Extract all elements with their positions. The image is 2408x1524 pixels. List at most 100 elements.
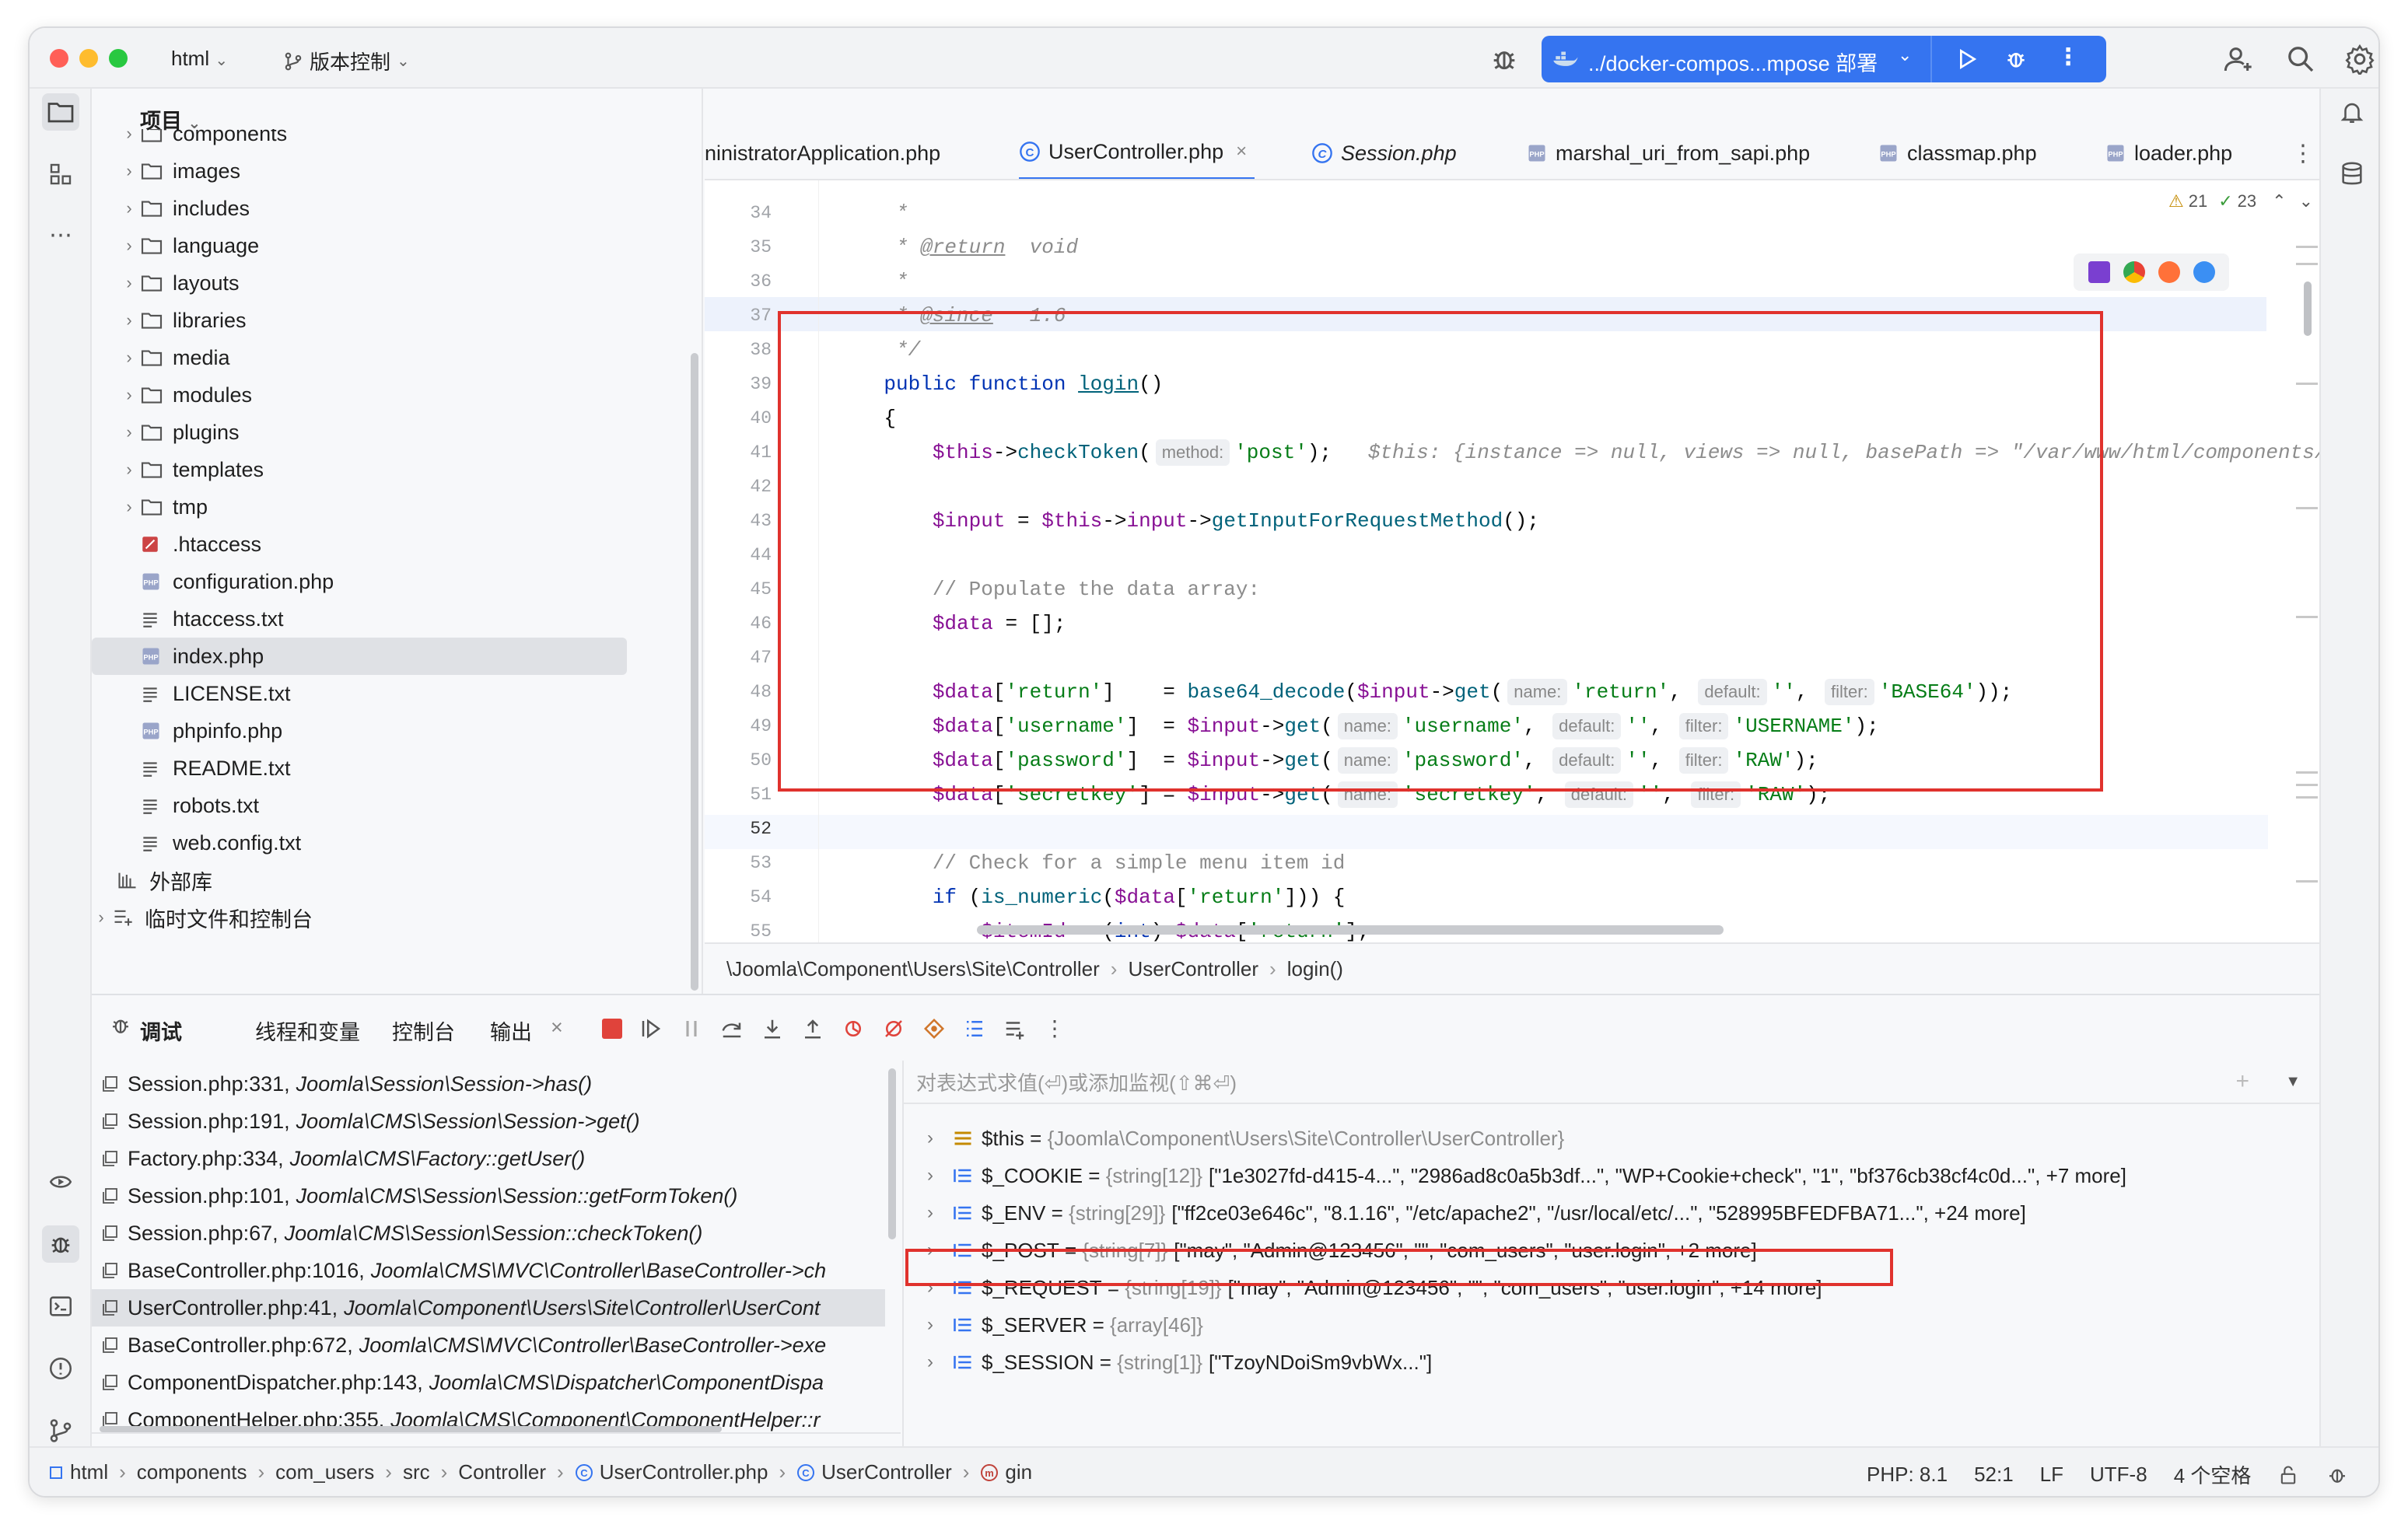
tree-item[interactable]: › components	[118, 129, 287, 152]
frames-scrollbar[interactable]	[888, 1068, 896, 1239]
tree-item[interactable]: LICENSE.txt	[118, 675, 291, 712]
tree-item[interactable]: › layouts	[118, 264, 239, 302]
chevron-right-icon[interactable]: ›	[927, 1314, 952, 1336]
debug-icon[interactable]	[2004, 47, 2028, 72]
caret-position[interactable]: 52:1	[1974, 1463, 2014, 1487]
services-icon[interactable]	[42, 1163, 79, 1201]
stack-frame[interactable]: Factory.php:334, Joomla\CMS\Factory::getU…	[101, 1140, 887, 1177]
stack-frame[interactable]: BaseController.php:672, Joomla\CMS\MVC\Co…	[101, 1327, 887, 1364]
tree-item[interactable]: › tmp	[118, 488, 208, 526]
breadcrumb-class[interactable]: UserController	[1128, 957, 1258, 981]
chevron-right-icon[interactable]: ›	[927, 1127, 952, 1149]
zoom-window-button[interactable]	[109, 49, 128, 68]
editor-scroll-markers[interactable]	[2277, 180, 2319, 942]
breadcrumb-namespace[interactable]: \Joomla\Component\Users\Site\Controller	[726, 957, 1100, 981]
code-line[interactable]: $data['password'] = $input->get(name:'pa…	[835, 743, 1818, 778]
stack-frame[interactable]: BaseController.php:1016, Joomla\CMS\MVC\C…	[101, 1252, 887, 1289]
tree-item[interactable]: PHP index.php	[92, 638, 627, 675]
chevron-down-icon[interactable]: ⌄	[1898, 45, 1912, 65]
tree-item[interactable]: › 临时文件和控制台	[92, 899, 313, 936]
code-line[interactable]: // Check for a simple menu item id	[835, 846, 1346, 880]
chevron-right-icon[interactable]: ›	[118, 348, 140, 368]
status-path-segment[interactable]: UserController.php	[600, 1460, 768, 1484]
variable-row[interactable]: › $_SESSION = {string[1]} ["TzoyNDoiSm9vbW…	[927, 1344, 1432, 1381]
variable-row[interactable]: › $_ENV = {string[29]} ["ff2ce03e646c", "8…	[927, 1194, 2026, 1232]
tab-user-controller[interactable]: C UserController.php ×	[1019, 126, 1255, 179]
status-path-segment[interactable]: gin	[1005, 1460, 1032, 1484]
stack-frame[interactable]: UserController.php:41, Joomla\Component\U…	[92, 1289, 885, 1327]
safari-icon[interactable]	[2193, 261, 2215, 283]
variable-row[interactable]: › $_COOKIE = {string[12]} ["1e3027fd-d415-…	[927, 1157, 2126, 1194]
mute-breakpoints-icon[interactable]	[882, 1017, 905, 1040]
chevron-right-icon[interactable]: ›	[927, 1239, 952, 1261]
tree-item[interactable]: PHP configuration.php	[118, 563, 334, 600]
status-path-segment[interactable]: com_users	[275, 1460, 374, 1484]
editor-horizontal-scrollbar[interactable]	[977, 925, 1724, 935]
code-line[interactable]: {	[835, 401, 896, 435]
step-into-icon[interactable]	[761, 1017, 784, 1040]
variable-row[interactable]: › $_REQUEST = {string[19]} ["may", "Admin@…	[927, 1269, 1822, 1306]
run-to-cursor-icon[interactable]	[842, 1017, 865, 1040]
tree-item[interactable]: › templates	[118, 451, 264, 488]
php-version[interactable]: PHP: 8.1	[1867, 1463, 1948, 1487]
line-separator[interactable]: LF	[2040, 1463, 2063, 1487]
close-output-icon[interactable]: ×	[551, 1015, 563, 1040]
chevron-right-icon[interactable]: ›	[118, 422, 140, 442]
variable-row[interactable]: › $_POST = {string[7]} ["may", "Admin@1234…	[927, 1232, 1757, 1269]
problems-icon[interactable]	[42, 1350, 79, 1387]
stop-icon[interactable]	[602, 1018, 622, 1039]
code-line[interactable]: $data['return'] = base64_decode($input->…	[835, 675, 2012, 709]
tree-item[interactable]: .htaccess	[118, 526, 261, 563]
chevron-right-icon[interactable]: ›	[118, 161, 140, 181]
tree-item[interactable]: › includes	[118, 190, 250, 227]
file-encoding[interactable]: UTF-8	[2090, 1463, 2147, 1487]
variable-row[interactable]: › $this = {Joomla\Component\Users\Site\Co…	[927, 1120, 1570, 1157]
structure-icon[interactable]	[42, 156, 79, 193]
code-line[interactable]: public function login()	[835, 367, 1163, 401]
chevron-right-icon[interactable]: ›	[92, 907, 112, 928]
code-line[interactable]: if (is_numeric($data['return'])) {	[835, 880, 1346, 914]
add-watch-icon[interactable]: +	[2235, 1068, 2249, 1095]
breakpoints-icon[interactable]	[922, 1017, 946, 1040]
stack-frame[interactable]: ComponentDispatcher.php:143, Joomla\CMS\D…	[101, 1364, 887, 1401]
status-path-segment[interactable]: html	[70, 1460, 108, 1484]
tree-item[interactable]: web.config.txt	[118, 824, 301, 862]
tree-item[interactable]: › plugins	[118, 414, 239, 451]
pause-icon[interactable]	[680, 1017, 703, 1040]
firefox-icon[interactable]	[2158, 261, 2180, 283]
search-icon[interactable]	[2285, 44, 2316, 75]
add-user-icon[interactable]	[2223, 44, 2254, 75]
close-window-button[interactable]	[50, 49, 68, 68]
database-icon[interactable]	[2333, 156, 2371, 193]
code-line[interactable]: $data = [];	[835, 606, 1066, 641]
code-line[interactable]: $data['username'] = $input->get(name:'us…	[835, 709, 1879, 743]
stack-frame[interactable]: Session.php:191, Joomla\CMS\Session\Sessi…	[101, 1103, 887, 1140]
chevron-right-icon[interactable]: ›	[118, 460, 140, 480]
phpstorm-browser-icon[interactable]	[2088, 261, 2110, 283]
tree-item[interactable]: › media	[118, 339, 229, 376]
tree-item[interactable]: › images	[118, 152, 240, 190]
debug-bug-icon[interactable]	[1489, 44, 1520, 75]
stack-frame[interactable]: Session.php:101, Joomla\CMS\Session\Sessi…	[101, 1177, 887, 1215]
chevron-right-icon[interactable]: ›	[927, 1351, 952, 1373]
tree-item[interactable]: 外部库	[95, 862, 212, 899]
tab-loader[interactable]: PHP loader.php	[2105, 126, 2232, 179]
layout-settings-icon[interactable]	[1003, 1017, 1027, 1040]
tab-threads-variables[interactable]: 线程和变量	[255, 1015, 360, 1046]
indent-setting[interactable]: 4 个空格	[2174, 1460, 2252, 1489]
status-path-segment[interactable]: Controller	[458, 1460, 546, 1484]
tree-item[interactable]: › modules	[118, 376, 252, 414]
run-configuration[interactable]: ../docker-compos...mpose 部署 ⌄ ⋮	[1542, 36, 2106, 82]
chevron-right-icon[interactable]: ›	[927, 1277, 952, 1299]
notifications-bell-icon[interactable]	[2333, 93, 2371, 131]
debug-tool-icon[interactable]	[42, 1225, 79, 1263]
chrome-icon[interactable]	[2123, 261, 2145, 283]
status-path-segment[interactable]: UserController	[821, 1460, 952, 1484]
tree-item[interactable]: › libraries	[118, 302, 246, 339]
watch-dropdown-icon[interactable]: ▼	[2285, 1073, 2301, 1091]
stack-frame[interactable]: Session.php:67, Joomla\CMS\Session\Sessio…	[101, 1215, 887, 1252]
chevron-right-icon[interactable]: ›	[118, 236, 140, 256]
git-icon[interactable]	[42, 1412, 79, 1449]
tree-item[interactable]: htaccess.txt	[118, 600, 284, 638]
more-tools-icon[interactable]: ⋯	[42, 216, 79, 253]
